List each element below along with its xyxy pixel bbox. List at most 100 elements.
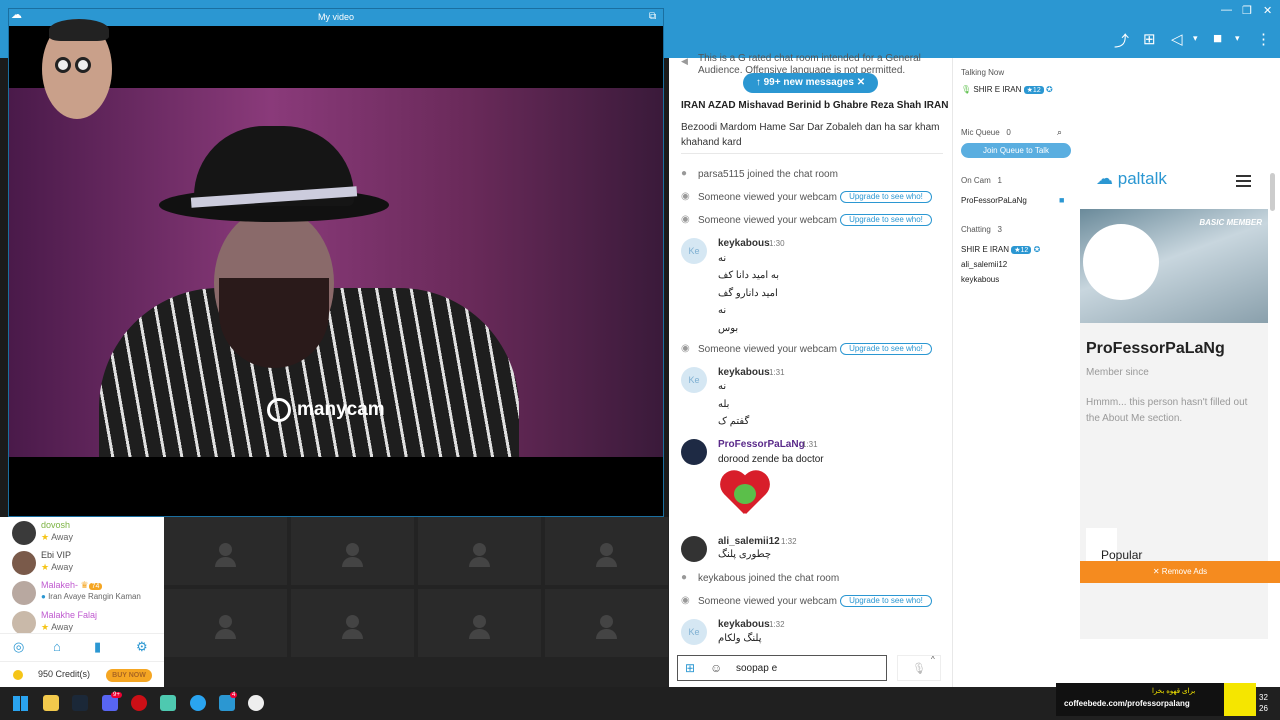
message-author[interactable]: ProFessorPaLaNg	[718, 439, 805, 450]
popout-icon[interactable]: ⧉	[649, 11, 656, 22]
home-icon[interactable]: ⌂	[53, 639, 61, 654]
message-text: امید دانارو گف	[718, 288, 778, 299]
chatting-user[interactable]: ali_salemii12	[961, 260, 1007, 269]
camera-icon[interactable]: ■	[1213, 30, 1222, 47]
upgrade-button[interactable]: Upgrade to see who!	[840, 214, 932, 226]
mic-queue-text: Mic Queue	[961, 128, 1000, 137]
more-icon[interactable]: ⋮	[1256, 30, 1271, 48]
badge-number: 12	[1032, 87, 1041, 94]
avatar[interactable]	[681, 439, 707, 465]
empty-cam-slot[interactable]	[291, 589, 414, 657]
talking-now-user[interactable]: 🎙 SHIR E IRAN ★12 ✪	[961, 85, 1053, 94]
empty-cam-slot[interactable]	[164, 517, 287, 585]
minimize-icon[interactable]: —	[1221, 4, 1232, 16]
coffee-ad-banner[interactable]: برای قهوه بخرا coffeebede.com/professorp…	[1056, 683, 1256, 716]
user-name-text: SHIR E IRAN	[973, 85, 1022, 94]
empty-cam-slot[interactable]	[164, 589, 287, 657]
paltalk-icon: ☁	[11, 9, 22, 21]
menu-icon[interactable]	[1236, 175, 1251, 187]
avatar	[12, 521, 36, 545]
list-item[interactable]: Ebi VIP ★ Away	[0, 548, 164, 578]
on-cam-user[interactable]: ProFessorPaLaNg	[961, 196, 1027, 205]
gift-icon[interactable]: ⊞	[685, 661, 695, 675]
app-icon[interactable]	[160, 695, 176, 711]
empty-cam-slot[interactable]	[418, 517, 541, 585]
avatar	[12, 581, 36, 605]
room-topic-title: IRAN AZAD Mishavad Berinid b Ghabre Reza…	[681, 100, 949, 111]
chatting-user[interactable]: keykabous	[961, 275, 999, 284]
upgrade-button[interactable]: Upgrade to see who!	[840, 191, 932, 203]
system-text: keykabous joined the chat room	[698, 573, 840, 584]
empty-cam-slot[interactable]	[291, 517, 414, 585]
verified-icon: ✪	[1033, 245, 1041, 254]
eye-icon: ◉	[681, 595, 690, 606]
empty-cam-slot[interactable]	[545, 517, 668, 585]
my-video-window[interactable]: My video ⧉ manycam	[8, 8, 664, 517]
paltalk-logo: ☁ paltalk	[1096, 169, 1167, 189]
settings-icon[interactable]: ⚙	[136, 639, 148, 655]
message-author[interactable]: keykabous	[718, 367, 770, 378]
chat-input[interactable]	[736, 661, 876, 675]
user-status: ★ Away	[41, 562, 73, 573]
user-status: ★ Away	[41, 622, 73, 633]
join-queue-button[interactable]: Join Queue to Talk	[961, 143, 1071, 158]
popular-heading[interactable]: Popular	[1101, 548, 1142, 562]
chrome-icon[interactable]	[248, 695, 264, 711]
upgrade-button[interactable]: Upgrade to see who!	[840, 343, 932, 355]
message-author[interactable]: keykabous	[718, 619, 770, 630]
close-icon[interactable]: ✕	[1263, 4, 1272, 17]
message-time: 1:31	[769, 368, 785, 377]
empty-cam-slot[interactable]	[545, 589, 668, 657]
share-icon[interactable]: ⤴	[1114, 30, 1129, 51]
opera-icon[interactable]	[131, 695, 147, 711]
avatar[interactable]	[681, 536, 707, 562]
divider	[681, 153, 943, 154]
buy-now-button[interactable]: BUY NOW	[106, 669, 152, 682]
compass-icon[interactable]: ◎	[13, 639, 24, 655]
list-item[interactable]: dovosh ★ Away	[0, 518, 164, 548]
chevron-up-icon[interactable]: ^	[931, 655, 935, 664]
scrollbar[interactable]	[1270, 173, 1275, 211]
heart-sticker	[718, 472, 772, 518]
emoji-icon[interactable]: ☺	[710, 661, 722, 675]
member-since: Member since	[1086, 367, 1149, 378]
notification-badge: 4	[230, 692, 238, 698]
new-messages-button[interactable]: ↑ 99+ new messages ✕	[743, 73, 878, 93]
chevron-down-icon[interactable]: ▾	[1193, 33, 1198, 44]
restore-icon[interactable]: ❐	[1242, 4, 1252, 17]
remove-ads-button[interactable]: ✕ Remove Ads	[1080, 561, 1280, 583]
chat-message: ali_salemii12 1:32 چطوری پلنگ	[669, 536, 952, 566]
manycam-ring-icon	[267, 398, 291, 422]
steam-icon[interactable]	[72, 695, 88, 711]
chart-icon[interactable]: ▮	[94, 639, 101, 655]
avatar[interactable]: Ke	[681, 238, 707, 264]
ad-headline: برای قهوه بخرا	[1152, 688, 1196, 695]
upgrade-button[interactable]: Upgrade to see who!	[840, 595, 932, 607]
on-cam-count: 1	[997, 176, 1002, 185]
system-message: ● parsa5115 joined the chat room	[669, 164, 952, 186]
coffee-cup-icon	[1224, 683, 1256, 716]
avatar[interactable]: Ke	[681, 367, 707, 393]
chat-message: Ke keykabous 1:32 پلنگ ولکام	[669, 619, 952, 649]
message-author[interactable]: keykabous	[718, 238, 770, 249]
windows-start-icon[interactable]	[13, 696, 28, 711]
browser-icon[interactable]	[190, 695, 206, 711]
user-name: Malakhe Falaj	[41, 610, 98, 620]
file-explorer-icon[interactable]	[43, 695, 59, 711]
status-text: Away	[51, 622, 73, 632]
megaphone-icon[interactable]: ◁	[1171, 30, 1183, 48]
avatar[interactable]: Ke	[681, 619, 707, 645]
close-icon[interactable]: ✕	[857, 77, 865, 88]
system-clock[interactable]: 32 26	[1259, 692, 1268, 714]
brand-text: paltalk	[1117, 169, 1167, 188]
gift-icon[interactable]: ⊞	[1143, 30, 1156, 48]
chevron-down-icon[interactable]: ▾	[1235, 33, 1240, 44]
message-author[interactable]: ali_salemii12	[718, 536, 780, 547]
search-icon[interactable]: ⌕	[1057, 127, 1062, 138]
message-text: پلنگ ولکام	[718, 633, 762, 644]
camera-icon: ■	[1059, 195, 1065, 205]
chatting-user[interactable]: SHIR E IRAN ★12 ✪	[961, 245, 1040, 254]
list-item[interactable]: Malakeh- ♛ 74 ● Iran Avaye Rangin Kaman	[0, 578, 164, 608]
chatting-label: Chatting 3	[961, 225, 1002, 234]
empty-cam-slot[interactable]	[418, 589, 541, 657]
